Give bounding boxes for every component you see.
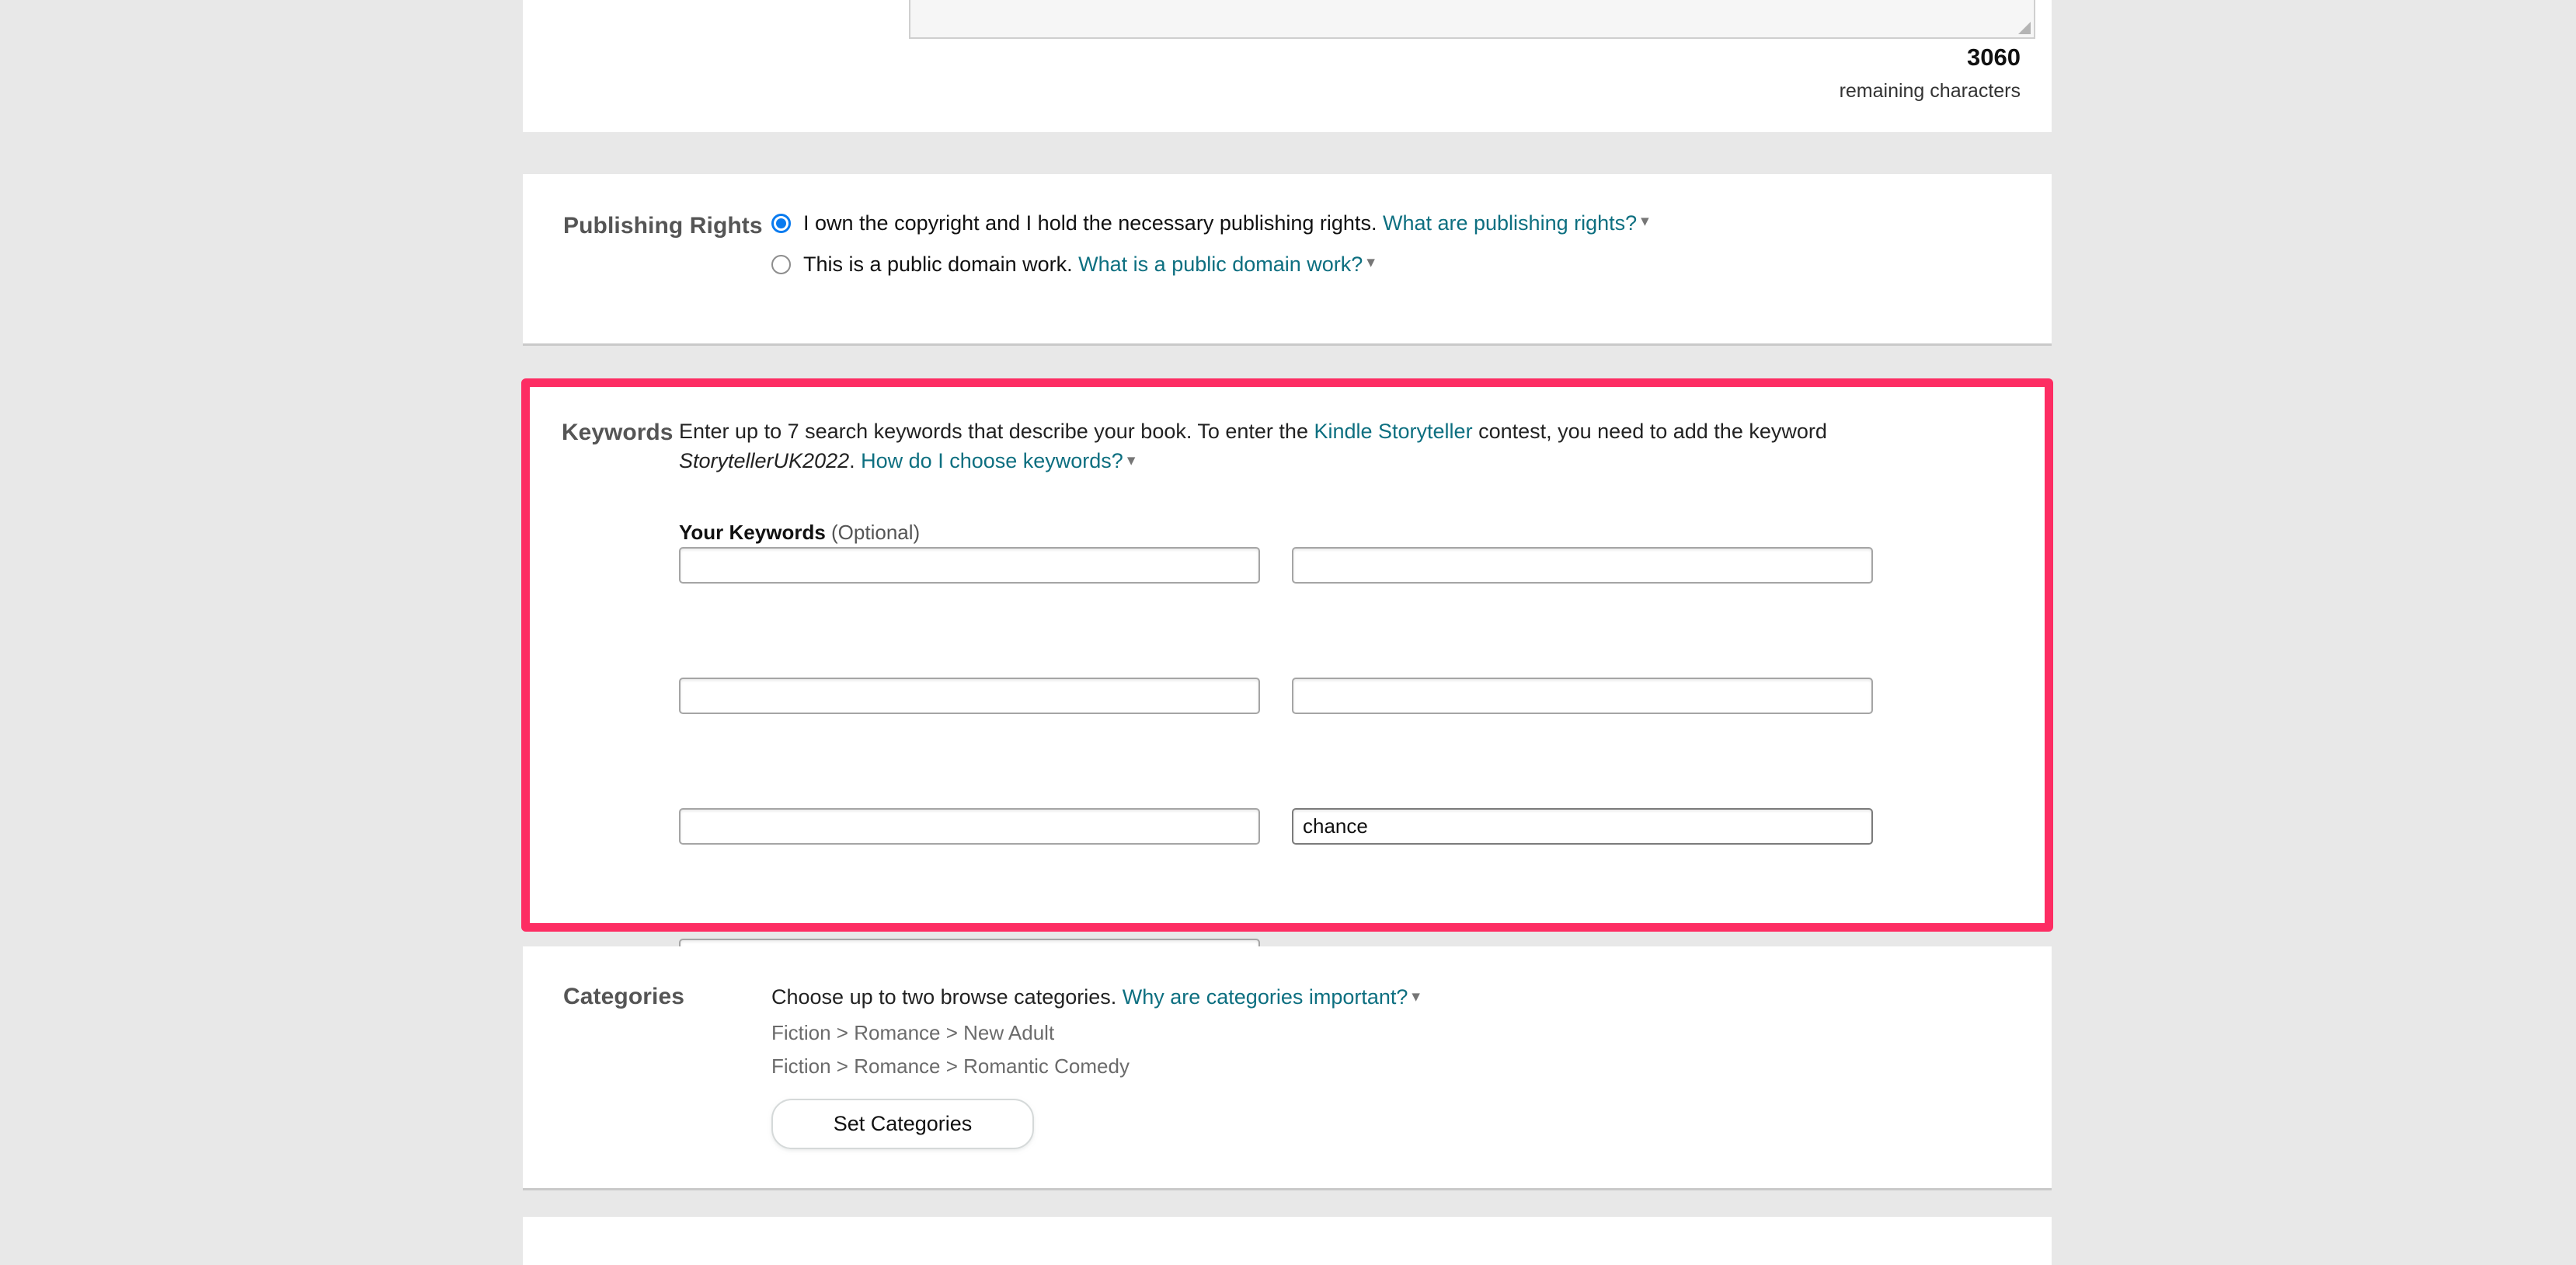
keywords-row	[679, 678, 1891, 721]
keywords-desc-part1: Enter up to 7 search keywords that descr…	[679, 420, 1314, 443]
publishing-rights-body: I own the copyright and I hold the neces…	[771, 211, 2052, 294]
chevron-down-icon[interactable]: ▾	[1366, 253, 1375, 272]
chevron-down-icon[interactable]: ▾	[1412, 985, 1420, 1009]
chevron-down-icon[interactable]: ▾	[1127, 449, 1136, 472]
keywords-row	[679, 547, 1891, 591]
optional-label: (Optional)	[831, 521, 920, 544]
selected-category-2: Fiction > Romance > Romantic Comedy	[771, 1054, 2021, 1079]
remaining-character-count: 3060	[1321, 45, 2021, 69]
categories-body: Choose up to two browse categories. Why …	[771, 982, 2052, 1149]
publishing-rights-label: Publishing Rights	[523, 211, 771, 294]
your-keywords-label: Your Keywords	[679, 521, 826, 544]
radio-own-copyright[interactable]	[771, 214, 791, 233]
publishing-rights-card: Publishing Rights I own the copyright an…	[523, 174, 2052, 346]
keywords-desc-part3: .	[849, 449, 861, 472]
your-keywords-label-group: Your Keywords (Optional)	[679, 521, 920, 545]
next-section-card	[523, 1217, 2052, 1265]
book-description-card: 3060 remaining characters	[523, 0, 2052, 132]
selected-category-1: Fiction > Romance > New Adult	[771, 1021, 2021, 1045]
storyteller-keyword: StorytellerUK2022	[679, 449, 849, 472]
keywords-grid: chance	[679, 547, 1891, 721]
kindle-storyteller-link[interactable]: Kindle Storyteller	[1314, 420, 1472, 443]
categories-description: Choose up to two browse categories. Why …	[771, 982, 2021, 1012]
chevron-down-icon[interactable]: ▾	[1641, 211, 1649, 231]
how-do-i-choose-keywords-link[interactable]: How do I choose keywords?	[861, 449, 1123, 472]
what-are-publishing-rights-link[interactable]: What are publishing rights?	[1383, 211, 1637, 235]
keyword-input-5[interactable]	[679, 808, 1260, 845]
what-is-public-domain-work-link[interactable]: What is a public domain work?	[1078, 253, 1363, 277]
publishing-rights-option-public-domain[interactable]: This is a public domain work. What is a …	[771, 253, 2021, 277]
keywords-row: chance	[679, 808, 1891, 852]
keywords-description: Enter up to 7 search keywords that descr…	[679, 416, 1829, 476]
description-textarea-footer[interactable]	[909, 0, 2035, 39]
keywords-label: Keywords	[562, 420, 673, 446]
resize-handle-icon[interactable]	[2018, 22, 2031, 34]
keyword-input-4[interactable]	[1292, 678, 1873, 714]
keywords-card-highlight: Keywords Enter up to 7 search keywords t…	[521, 378, 2053, 932]
radio-public-domain[interactable]	[771, 255, 791, 274]
keyword-input-3[interactable]	[679, 678, 1260, 714]
keyword-input-2[interactable]	[1292, 547, 1873, 584]
option-own-copyright-text: I own the copyright and I hold the neces…	[803, 211, 1377, 235]
categories-desc-text: Choose up to two browse categories.	[771, 985, 1123, 1009]
page-root: 3060 remaining characters Publishing Rig…	[0, 0, 2576, 1265]
set-categories-button[interactable]: Set Categories	[771, 1099, 1034, 1149]
publishing-rights-option-own-copyright[interactable]: I own the copyright and I hold the neces…	[771, 211, 2021, 235]
categories-label: Categories	[523, 982, 771, 1149]
keyword-input-6[interactable]: chance	[1292, 808, 1873, 845]
keyword-input-1[interactable]	[679, 547, 1260, 584]
remaining-character-label: remaining characters	[1321, 80, 2021, 103]
categories-card: Categories Choose up to two browse categ…	[523, 946, 2052, 1190]
character-counter: 3060 remaining characters	[1321, 45, 2021, 103]
keywords-desc-part2: contest, you need to add the keyword	[1473, 420, 1827, 443]
option-public-domain-text: This is a public domain work.	[803, 253, 1073, 277]
why-are-categories-important-link[interactable]: Why are categories important?	[1123, 985, 1408, 1009]
keywords-card: Keywords Enter up to 7 search keywords t…	[530, 387, 2045, 923]
